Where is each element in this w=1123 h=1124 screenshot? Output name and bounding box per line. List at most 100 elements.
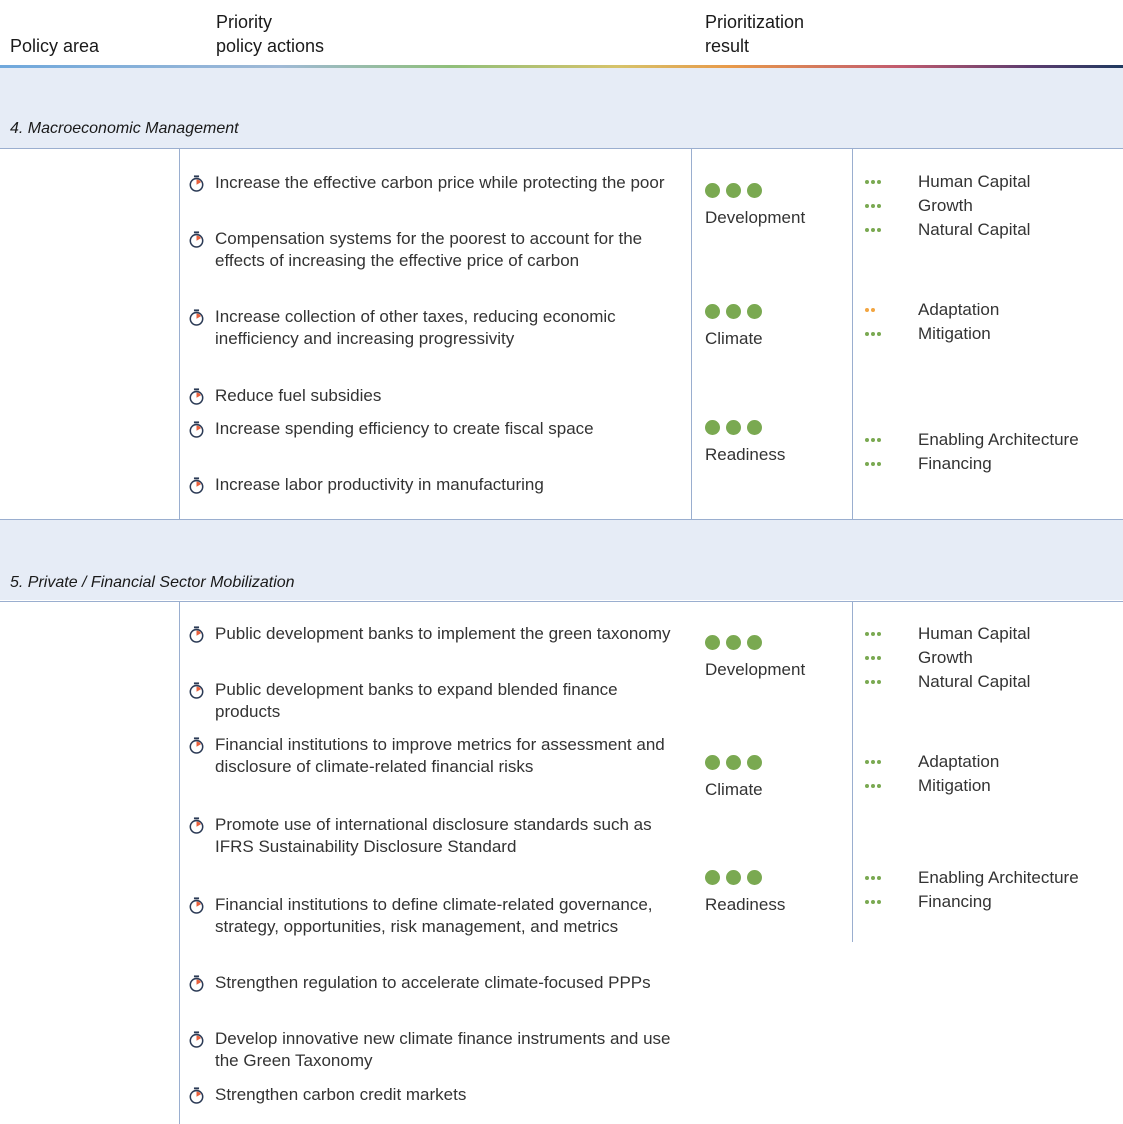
column-divider (179, 602, 180, 1124)
sub-criteria-item: Human Capital (865, 170, 1123, 194)
sub-rating-dots (865, 680, 918, 684)
rating-dot (747, 755, 762, 770)
sub-rating-dot (871, 332, 875, 336)
stopwatch-icon (188, 817, 205, 834)
sub-criteria-item: Adaptation (865, 298, 1123, 322)
sub-rating-dots (865, 204, 918, 208)
rating-dot (747, 635, 762, 650)
sub-rating-dots (865, 180, 918, 184)
policy-action-text: Compensation systems for the poorest to … (215, 229, 643, 270)
sub-criteria-item: Financing (865, 452, 1123, 476)
result-development: Development (705, 635, 845, 680)
sub-rating-dots (865, 900, 918, 904)
sub-rating-dots (865, 462, 918, 466)
rating-dot (726, 420, 741, 435)
sub-rating-dot (871, 632, 875, 636)
result-readiness: Readiness (705, 870, 845, 915)
sub-criteria-label: Adaptation (918, 752, 1000, 771)
rating-dot (705, 420, 720, 435)
sub-criteria-label: Growth (918, 196, 973, 215)
sub-rating-dot (877, 438, 881, 442)
sub-rating-dot (877, 784, 881, 788)
sub-rating-dot (877, 632, 881, 636)
sub-criteria-label: Growth (918, 648, 973, 667)
stopwatch-icon (188, 897, 205, 914)
rating-dot (726, 635, 741, 650)
sub-criteria-label: Mitigation (918, 776, 991, 795)
result-development: Development (705, 183, 845, 228)
rating-dot (726, 870, 741, 885)
sub-rating-dot (877, 180, 881, 184)
stopwatch-icon (188, 421, 205, 438)
sub-criteria-label: Natural Capital (918, 220, 1031, 239)
sub-rating-dots (865, 760, 918, 764)
rating-dot (705, 183, 720, 198)
header-priority-line1: Priority (216, 12, 273, 32)
result-rating-dots (705, 635, 845, 650)
sub-rating-dots (865, 228, 918, 232)
sub-rating-dot (871, 180, 875, 184)
sub-rating-dot (871, 876, 875, 880)
result-rating-dots (705, 183, 845, 198)
result-label: Readiness (705, 445, 786, 464)
sub-criteria-label: Enabling Architecture (918, 430, 1079, 449)
sub-rating-dots (865, 876, 918, 880)
policy-action-text: Increase collection of other taxes, redu… (215, 307, 616, 348)
result-label: Climate (705, 329, 763, 348)
sub-rating-dot (877, 900, 881, 904)
result-label: Climate (705, 780, 763, 799)
sub-criteria-label: Natural Capital (918, 672, 1031, 691)
sub-criteria-list: Adaptation Mitigation (865, 298, 1123, 346)
sub-criteria-list: Enabling Architecture Financing (865, 428, 1123, 476)
sub-rating-dots (865, 784, 918, 788)
section-divider (0, 148, 1123, 149)
column-divider (691, 149, 692, 519)
sub-criteria-item: Human Capital (865, 622, 1123, 646)
sub-criteria-label: Financing (918, 892, 992, 911)
stopwatch-icon (188, 1031, 205, 1048)
rating-dot (705, 870, 720, 885)
sub-rating-dot (865, 876, 869, 880)
sub-criteria-list: Human Capital Growth Natural Capital (865, 170, 1123, 242)
sub-rating-dot (877, 332, 881, 336)
sub-criteria-item: Mitigation (865, 774, 1123, 798)
sub-rating-dots (865, 438, 918, 442)
stopwatch-icon (188, 737, 205, 754)
sub-criteria-item: Adaptation (865, 750, 1123, 774)
stopwatch-icon (188, 231, 205, 248)
policy-action-text: Financial institutions to define climate… (215, 895, 653, 936)
policy-action-text: Increase labor productivity in manufactu… (215, 475, 544, 494)
sub-criteria-label: Adaptation (918, 300, 1000, 319)
sub-criteria-list: Adaptation Mitigation (865, 750, 1123, 798)
sub-criteria-label: Financing (918, 454, 992, 473)
section-title-4: 4. Macroeconomic Management (10, 120, 239, 137)
column-divider (852, 149, 853, 519)
section-title-5: 5. Private / Financial Sector Mobilizati… (10, 574, 295, 591)
rating-dot (705, 635, 720, 650)
header-result-line2: result (705, 36, 750, 56)
sub-rating-dot (865, 180, 869, 184)
sub-criteria-list: Enabling Architecture Financing (865, 866, 1123, 914)
rating-dot (726, 183, 741, 198)
sub-criteria-label: Human Capital (918, 172, 1031, 191)
sub-rating-dot (877, 656, 881, 660)
result-rating-dots (705, 755, 845, 770)
stopwatch-icon (188, 175, 205, 192)
sub-rating-dot (877, 680, 881, 684)
sub-criteria-item: Growth (865, 194, 1123, 218)
policy-action-text: Reduce fuel subsidies (215, 386, 382, 405)
stopwatch-icon (188, 1087, 205, 1104)
policy-action-text: Increase the effective carbon price whil… (215, 173, 665, 192)
policy-action-text: Strengthen regulation to accelerate clim… (215, 973, 651, 992)
sub-criteria-item: Enabling Architecture (865, 866, 1123, 890)
sub-rating-dot (877, 462, 881, 466)
policy-action-text: Increase spending efficiency to create f… (215, 419, 594, 438)
sub-rating-dot (871, 228, 875, 232)
rating-dot (747, 304, 762, 319)
sub-rating-dot (865, 900, 869, 904)
rating-dot (747, 420, 762, 435)
column-divider (852, 602, 853, 942)
sub-rating-dot (871, 680, 875, 684)
rating-dot (726, 304, 741, 319)
sub-rating-dot (877, 204, 881, 208)
